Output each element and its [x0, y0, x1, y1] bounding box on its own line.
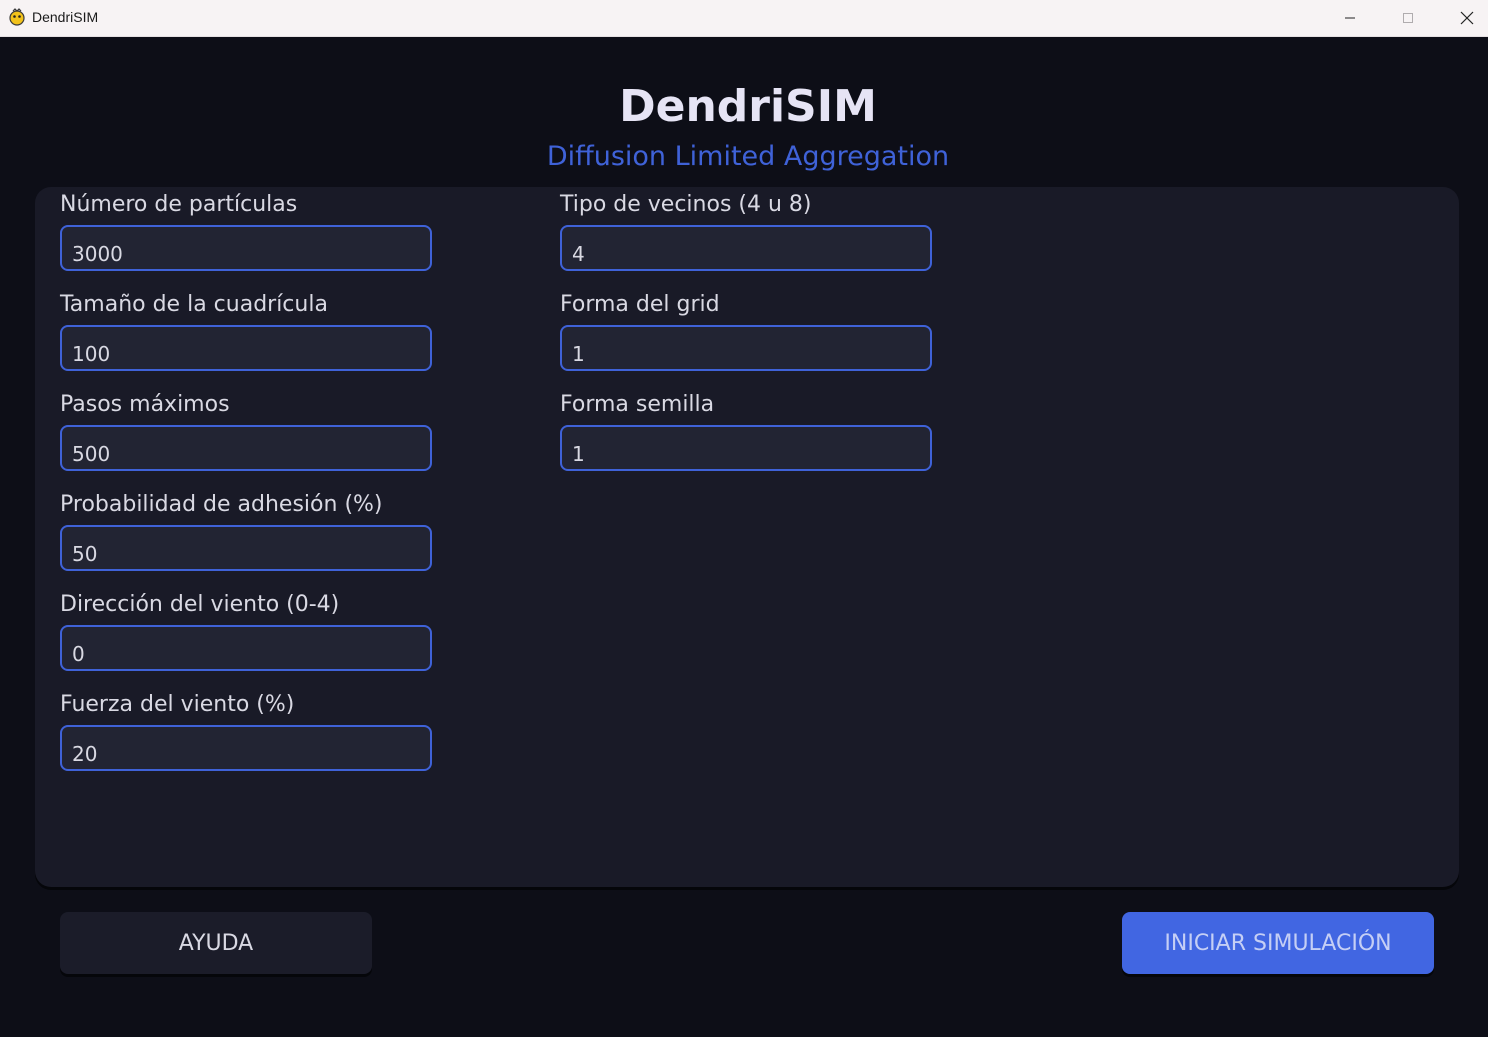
grid-shape-label: Forma del grid: [560, 292, 720, 317]
adhesion-probability-label: Probabilidad de adhesión (%): [60, 492, 383, 517]
parameters-panel: Número de partículas Tamaño de la cuadrí…: [35, 187, 1459, 887]
wind-direction-input[interactable]: [60, 625, 432, 671]
wind-direction-label: Dirección del viento (0-4): [60, 592, 340, 617]
start-simulation-button[interactable]: INICIAR SIMULACIÓN: [1122, 912, 1434, 974]
window-title: DendriSIM: [32, 9, 99, 25]
neighbor-type-input[interactable]: [560, 225, 932, 271]
close-icon: [1460, 11, 1474, 25]
max-steps-label: Pasos máximos: [60, 392, 230, 417]
max-steps-input[interactable]: [60, 425, 432, 471]
seed-shape-label: Forma semilla: [560, 392, 715, 417]
maximize-icon: [1403, 13, 1413, 23]
close-button[interactable]: [1438, 0, 1488, 36]
app-subtitle: Diffusion Limited Aggregation: [546, 141, 950, 172]
particles-label: Número de partículas: [60, 192, 298, 217]
minimize-icon: [1345, 17, 1355, 19]
grid-size-label: Tamaño de la cuadrícula: [60, 292, 328, 317]
minimize-button[interactable]: [1321, 0, 1379, 36]
help-button[interactable]: AYUDA: [60, 912, 372, 974]
app-window: DendriSIM Diffusion Limited Aggregation …: [0, 37, 1488, 1037]
neighbor-type-label: Tipo de vecinos (4 u 8): [560, 192, 812, 217]
app-icon: [8, 8, 26, 26]
grid-shape-input[interactable]: [560, 325, 932, 371]
particles-input[interactable]: [60, 225, 432, 271]
grid-size-input[interactable]: [60, 325, 432, 371]
app-title: DendriSIM: [619, 81, 877, 132]
seed-shape-input[interactable]: [560, 425, 932, 471]
maximize-button[interactable]: [1379, 0, 1437, 36]
wind-strength-input[interactable]: [60, 725, 432, 771]
window-titlebar: DendriSIM: [0, 0, 1488, 37]
adhesion-probability-input[interactable]: [60, 525, 432, 571]
wind-strength-label: Fuerza del viento (%): [60, 692, 295, 717]
